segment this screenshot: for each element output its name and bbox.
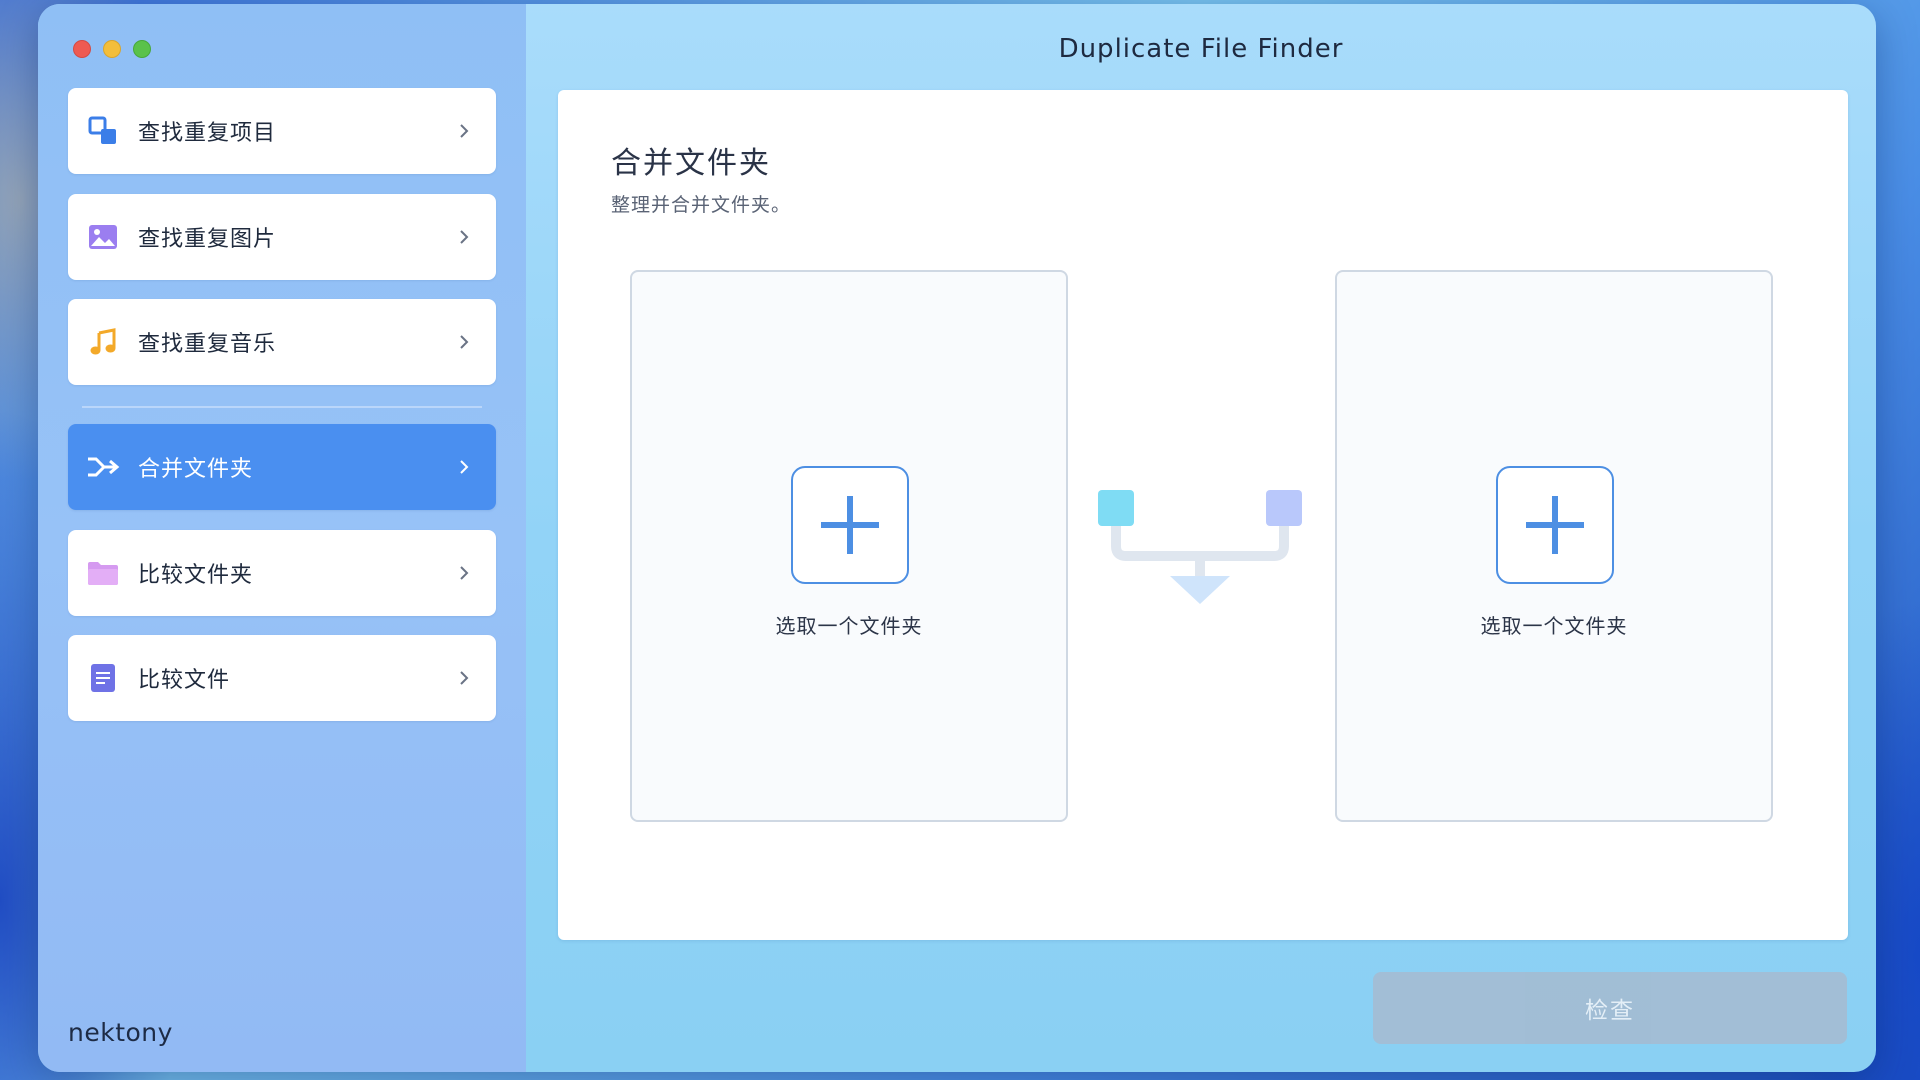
sidebar-item-label: 查找重复音乐 [138, 332, 277, 357]
sidebar-item-find-duplicate-images[interactable]: 查找重复图片 [68, 194, 496, 280]
sidebar-divider [82, 406, 482, 408]
chevron-right-icon [460, 230, 469, 244]
plus-icon [821, 496, 879, 554]
chevron-right-icon [460, 460, 469, 474]
zoom-window-button[interactable] [133, 40, 151, 58]
left-folder-label: 选取一个文件夹 [775, 614, 923, 638]
sidebar-item-find-duplicate-music[interactable]: 查找重复音乐 [68, 299, 496, 385]
sidebar-item-find-duplicates[interactable]: 查找重复项目 [68, 88, 496, 174]
window-title: Duplicate File Finder [1058, 34, 1344, 64]
chevron-right-icon [460, 671, 469, 685]
left-folder-dropzone[interactable]: 选取一个文件夹 [630, 270, 1068, 822]
minimize-window-button[interactable] [103, 40, 121, 58]
folder-icon [86, 556, 120, 590]
sidebar-item-label: 查找重复图片 [138, 227, 277, 252]
chevron-right-icon [460, 566, 469, 580]
app-window: 查找重复项目 查找重复图片 查找重复音乐 合并文件夹 比较文件夹 比较文件 ne… [38, 4, 1876, 1072]
merge-folders-panel: 合并文件夹 整理并合并文件夹。 选取一个文件夹 选取一个文件夹 [558, 90, 1848, 940]
page-subtitle: 整理并合并文件夹。 [611, 194, 792, 216]
plus-icon [1526, 496, 1584, 554]
sidebar-item-label: 合并文件夹 [138, 457, 254, 482]
right-folder-dropzone[interactable]: 选取一个文件夹 [1335, 270, 1773, 822]
page-title: 合并文件夹 [611, 146, 771, 181]
sidebar-item-label: 查找重复项目 [138, 121, 277, 146]
image-icon [86, 220, 120, 254]
chevron-right-icon [460, 124, 469, 138]
window-controls [73, 40, 151, 58]
sidebar-item-compare-folders[interactable]: 比较文件夹 [68, 530, 496, 616]
sidebar-item-label: 比较文件夹 [138, 563, 254, 588]
duplicate-items-icon [86, 114, 120, 148]
merge-diagram-icon [1098, 490, 1302, 604]
sidebar: 查找重复项目 查找重复图片 查找重复音乐 合并文件夹 比较文件夹 比较文件 ne… [38, 4, 526, 1072]
merge-arrow-icon [86, 450, 120, 484]
sidebar-item-merge-folders[interactable]: 合并文件夹 [68, 424, 496, 510]
document-icon [86, 661, 120, 695]
select-left-folder-button[interactable] [791, 466, 909, 584]
check-button[interactable]: 检查 [1373, 972, 1847, 1044]
brand-logo: nektony [68, 1018, 173, 1047]
close-window-button[interactable] [73, 40, 91, 58]
sidebar-item-label: 比较文件 [138, 668, 231, 693]
chevron-right-icon [460, 335, 469, 349]
sidebar-item-compare-files[interactable]: 比较文件 [68, 635, 496, 721]
right-folder-label: 选取一个文件夹 [1480, 614, 1628, 638]
select-right-folder-button[interactable] [1496, 466, 1614, 584]
music-note-icon [86, 325, 120, 359]
